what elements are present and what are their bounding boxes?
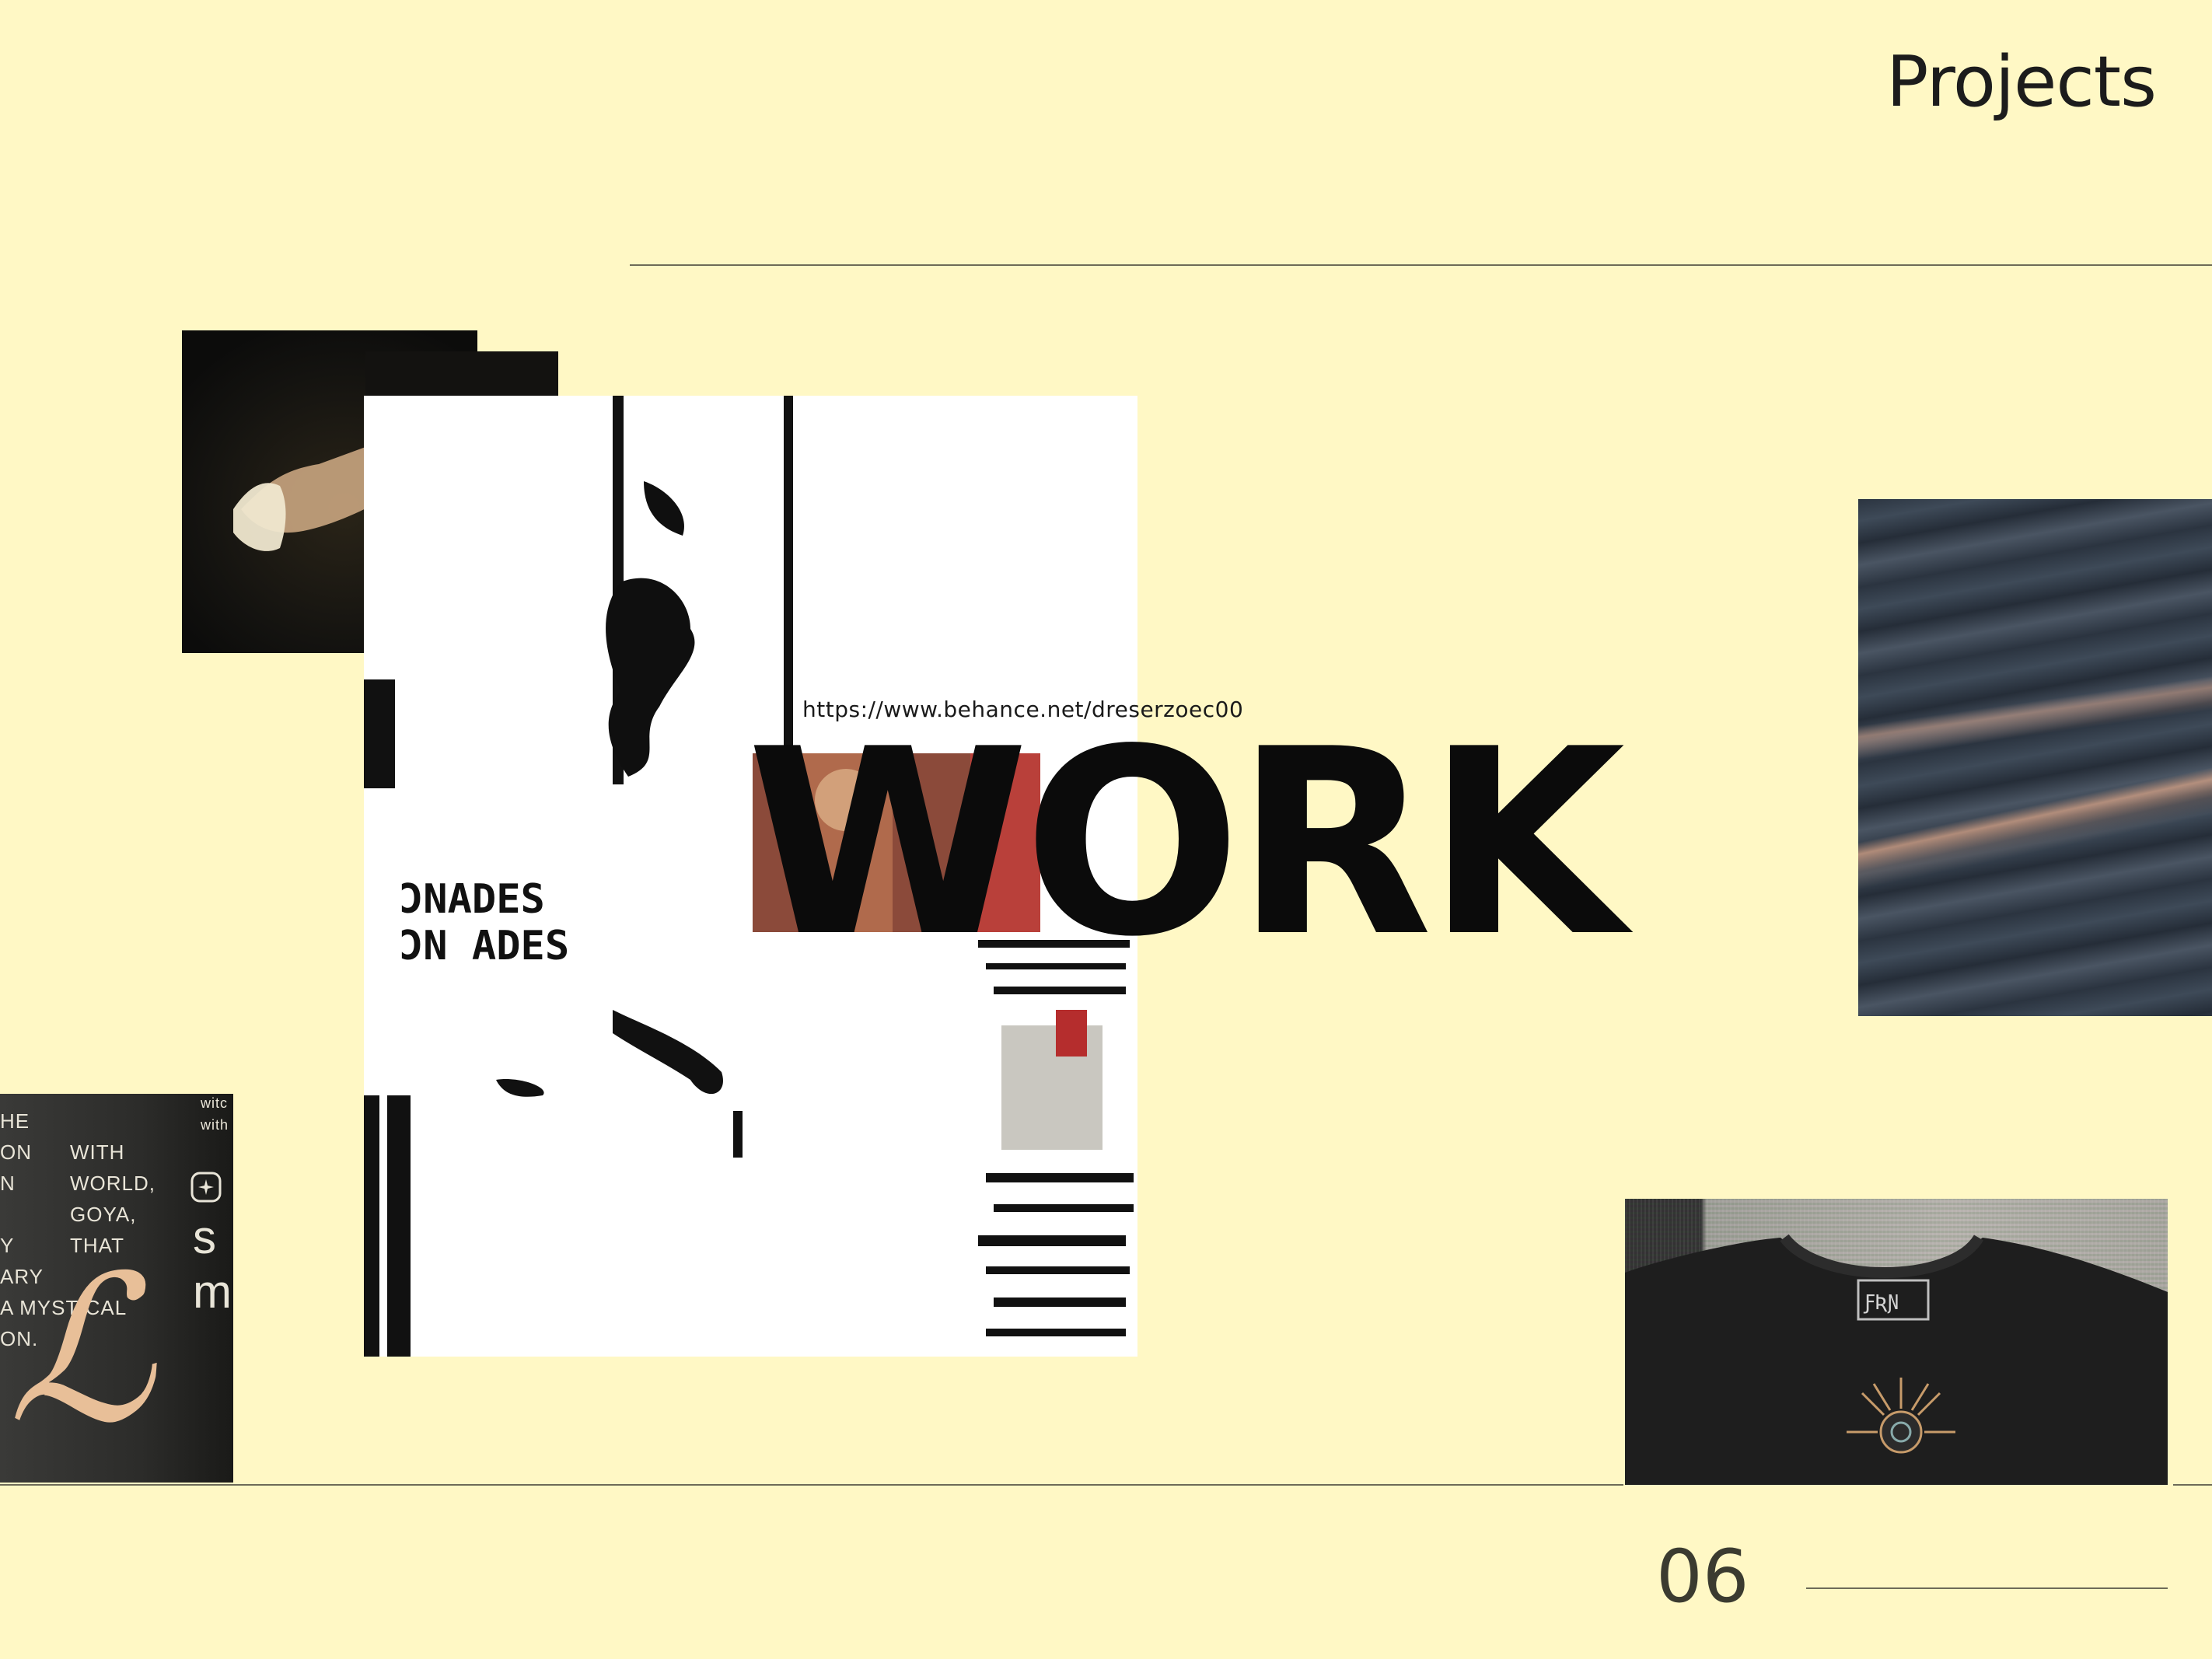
poster-script-glyph: ℒ — [8, 1233, 154, 1468]
poster-big-letters: s m — [193, 1211, 232, 1318]
glitch-word-top: ƆNADES — [399, 876, 545, 923]
tshirt-mockup-image: ƑƦƝ — [1625, 1199, 2168, 1485]
poster-badge-icon — [190, 1172, 222, 1203]
slide: Projects ƆNADES ƆN ADES https://www.beha… — [0, 0, 2212, 1659]
bottom-divider-right — [2173, 1484, 2212, 1486]
top-divider — [630, 264, 2212, 266]
section-title: Projects — [1886, 41, 2157, 123]
svg-text:ƑƦƝ: ƑƦƝ — [1863, 1291, 1899, 1315]
headline-word: WORK — [746, 694, 1625, 993]
poster-small-2: with — [201, 1117, 229, 1133]
page-number: 06 — [1656, 1535, 1749, 1619]
poster-small-1: witc — [201, 1095, 228, 1111]
footer-divider — [1806, 1587, 2168, 1589]
bottom-divider — [0, 1484, 1623, 1486]
glitch-word-bottom: ƆN ADES — [399, 923, 569, 969]
tshirt-graphics: ƑƦƝ — [1625, 1234, 2168, 1485]
goya-poster-image: HE ON N Y ARY A MYSTICAL ON. WITH WORLD,… — [0, 1094, 233, 1483]
water-waves-image — [1858, 499, 2212, 1016]
